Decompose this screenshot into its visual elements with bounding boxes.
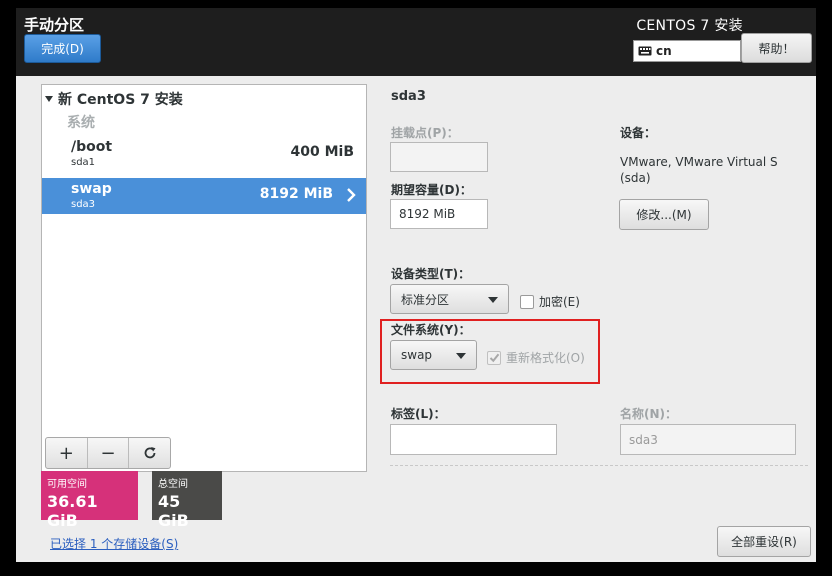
capacity-input[interactable]: 8192 MiB	[390, 199, 488, 229]
device-label: 设备：	[620, 124, 656, 141]
device-type-value: 标准分区	[401, 291, 449, 308]
filesystem-highlight-box	[380, 319, 600, 384]
keyboard-icon	[638, 46, 652, 56]
install-group-header[interactable]: 新 CentOS 7 安装	[45, 89, 183, 109]
tag-input[interactable]	[390, 424, 557, 455]
name-label: 名称(N)：	[620, 405, 677, 422]
dropdown-caret-icon	[488, 297, 498, 303]
page-title: 手动分区	[24, 14, 84, 35]
keyboard-layout-label: cn	[656, 44, 672, 58]
keyboard-layout-indicator[interactable]: cn	[633, 40, 741, 62]
device-type-label: 设备类型(T)：	[391, 265, 470, 282]
reset-all-button[interactable]: 全部重设(R)	[717, 526, 811, 557]
header-bar: 手动分区 完成(D) CENTOS 7 安装 cn 帮助！	[16, 8, 816, 76]
partition-size: 8192 MiB	[260, 186, 333, 202]
partition-device: sda1	[71, 157, 95, 168]
checkbox-box	[520, 295, 534, 309]
encrypt-label: 加密(E)	[539, 293, 580, 310]
add-partition-button[interactable]: +	[46, 438, 88, 468]
total-space-label: 总空间	[158, 475, 216, 490]
mount-point-input[interactable]	[390, 142, 488, 172]
device-description: VMware, VMware Virtual S (sda)	[620, 154, 800, 186]
chevron-right-icon	[346, 188, 356, 202]
partition-device: sda3	[71, 199, 95, 210]
section-divider	[390, 465, 808, 466]
partition-size: 400 MiB	[291, 144, 355, 160]
expand-triangle-icon	[45, 96, 53, 102]
install-group-title: 新 CentOS 7 安装	[58, 89, 183, 109]
partition-row-swap[interactable]: swap sda3 8192 MiB	[42, 178, 366, 214]
remove-partition-button[interactable]: −	[88, 438, 130, 468]
refresh-icon	[143, 446, 157, 460]
main-panel: 新 CentOS 7 安装 系统 /boot sda1 400 MiB swap…	[16, 76, 816, 562]
capacity-label: 期望容量(D)：	[391, 181, 472, 198]
total-space-value: 45 GiB	[158, 492, 216, 530]
partition-toolbar: + −	[45, 437, 171, 469]
mount-point-label: 挂载点(P)：	[391, 124, 459, 141]
available-space-label: 可用空间	[47, 475, 132, 490]
device-type-dropdown[interactable]: 标准分区	[390, 284, 509, 314]
partition-detail-title: sda3	[391, 89, 426, 104]
encrypt-checkbox[interactable]: 加密(E)	[520, 293, 580, 310]
available-space-value: 36.61 GiB	[47, 492, 132, 530]
partition-row-boot[interactable]: /boot sda1 400 MiB	[42, 136, 366, 172]
partition-tree: 新 CentOS 7 安装 系统 /boot sda1 400 MiB swap…	[41, 84, 367, 472]
total-space-tile: 总空间 45 GiB	[152, 471, 222, 520]
refresh-button[interactable]	[129, 438, 170, 468]
available-space-tile: 可用空间 36.61 GiB	[41, 471, 138, 520]
name-input[interactable]: sda3	[620, 424, 796, 455]
done-button[interactable]: 完成(D)	[24, 34, 101, 63]
product-title: CENTOS 7 安装	[636, 15, 743, 35]
help-button[interactable]: 帮助！	[741, 33, 812, 63]
partition-mount: swap	[71, 181, 112, 197]
tag-label: 标签(L)：	[391, 405, 446, 422]
partition-mount: /boot	[71, 139, 112, 155]
modify-device-button[interactable]: 修改...(M)	[619, 199, 709, 230]
selected-storage-link[interactable]: 已选择 1 个存储设备(S)	[50, 535, 178, 552]
system-section-label: 系统	[67, 112, 95, 132]
